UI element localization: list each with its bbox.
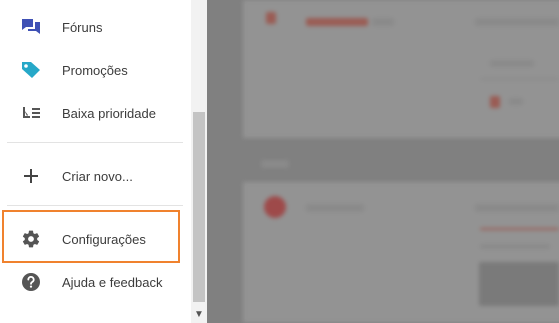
menu-item-help-feedback[interactable]: Ajuda e feedback	[0, 261, 191, 303]
blurred-text	[490, 60, 534, 67]
menu-item-create-new[interactable]: Criar novo...	[0, 155, 191, 197]
plus-icon	[21, 166, 41, 186]
menu-item-low-priority[interactable]: Baixa prioridade	[0, 92, 191, 134]
blurred-icon	[490, 96, 500, 108]
page-scrim[interactable]	[207, 0, 559, 323]
menu-item-promotions[interactable]: Promoções	[0, 49, 191, 91]
divider	[7, 205, 183, 206]
blurred-text	[480, 244, 550, 249]
scroll-down-arrow[interactable]: ▼	[191, 306, 207, 322]
forum-icon	[21, 17, 41, 37]
menu-item-label: Baixa prioridade	[62, 105, 156, 121]
menu-item-forums[interactable]: Fóruns	[0, 6, 191, 48]
menu-item-label: Ajuda e feedback	[62, 274, 163, 290]
blurred-text	[372, 18, 394, 26]
blurred-image	[479, 262, 559, 306]
help-icon	[21, 272, 41, 292]
highlight-box	[2, 210, 180, 263]
blurred-text	[306, 204, 364, 212]
blurred-text	[475, 18, 559, 26]
navigation-drawer: Fóruns Promoções Baixa prioridade Criar …	[0, 0, 191, 323]
low-priority-icon	[21, 103, 41, 123]
blurred-text	[475, 204, 559, 212]
blurred-avatar	[264, 196, 286, 218]
blurred-icon	[266, 12, 276, 24]
menu-item-label: Fóruns	[62, 19, 103, 35]
blurred-text	[261, 160, 289, 168]
blurred-line	[480, 78, 559, 80]
tag-icon	[21, 60, 41, 80]
blurred-content	[207, 0, 559, 323]
blurred-line	[480, 228, 559, 230]
menu-item-label: Promoções	[62, 62, 128, 78]
blurred-text	[509, 98, 523, 105]
menu-item-label: Criar novo...	[62, 168, 133, 184]
blurred-text	[306, 18, 368, 26]
divider	[7, 142, 183, 143]
scrollbar-thumb[interactable]	[193, 112, 205, 302]
